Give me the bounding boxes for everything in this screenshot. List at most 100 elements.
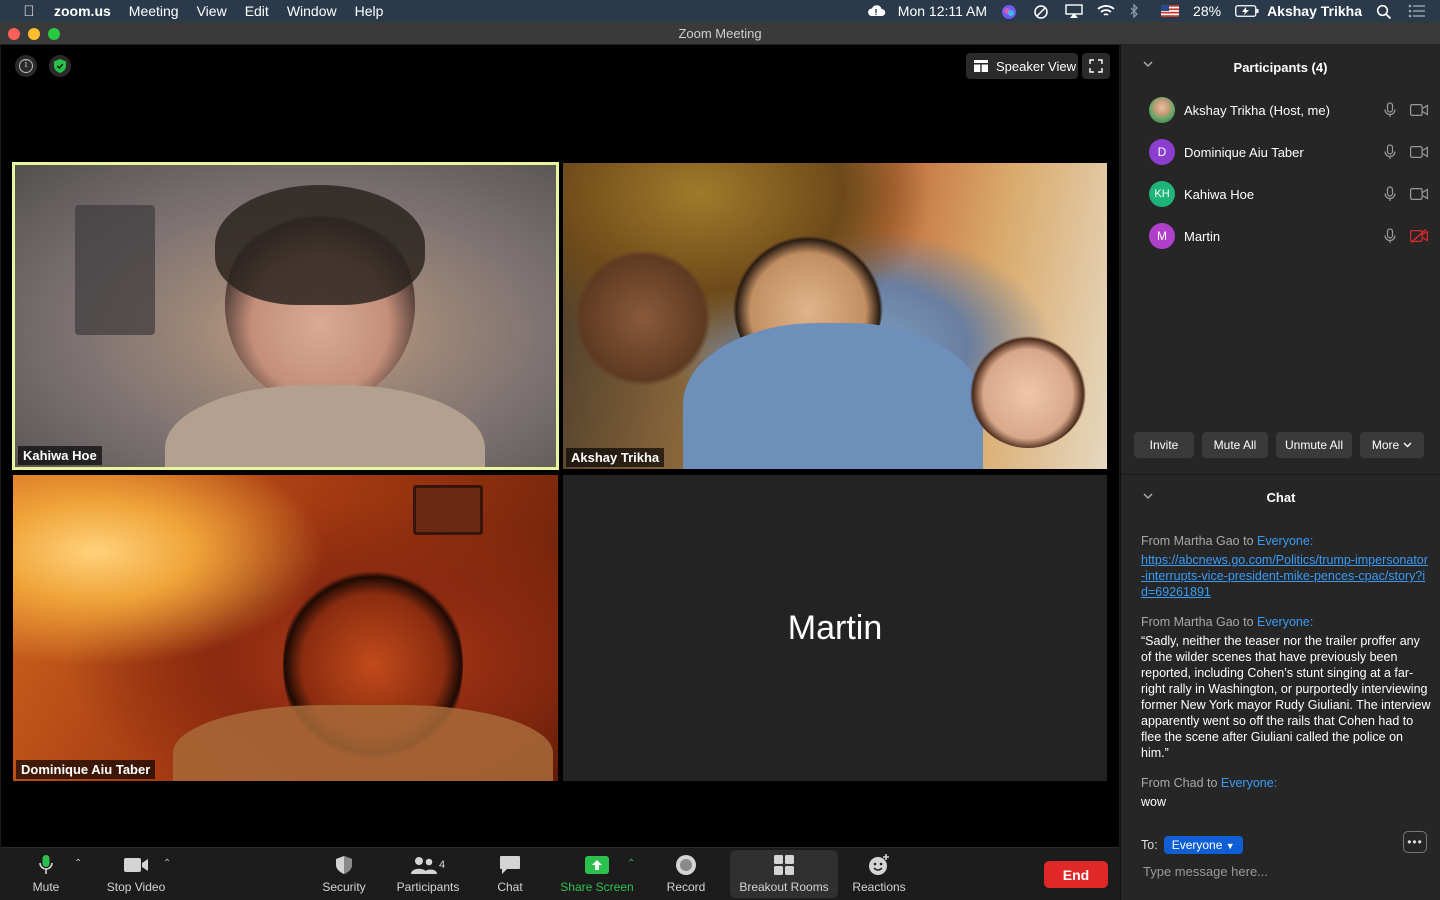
participant-name: Akshay Trikha (Host, me)	[1184, 102, 1330, 118]
cloud-icon[interactable]	[866, 4, 886, 18]
chat-message: From Martha Gao to Everyone: https://abc…	[1141, 533, 1431, 600]
chat-message: From Chad to Everyone: wow	[1141, 775, 1431, 810]
meeting-info-icon[interactable]: i	[15, 55, 37, 77]
stop-video-label: Stop Video	[106, 880, 166, 894]
participant-row-martin[interactable]: M Martin	[1121, 215, 1440, 257]
emoji-reaction-icon	[868, 853, 890, 877]
invite-button[interactable]: Invite	[1134, 432, 1194, 458]
microphone-icon[interactable]	[1384, 144, 1396, 160]
message-text: “Sadly, neither the teaser nor the trail…	[1141, 634, 1431, 760]
participants-header: Participants (4)	[1121, 45, 1440, 89]
focus-icon[interactable]	[1033, 4, 1051, 19]
stop-video-button[interactable]: Stop Video	[101, 850, 171, 898]
record-button[interactable]: Record	[663, 850, 709, 898]
chat-message-input[interactable]: Type message here...	[1143, 864, 1268, 879]
chat-title: Chat	[1266, 489, 1296, 505]
recipient-link[interactable]: Everyone:	[1257, 615, 1313, 629]
chat-header: Chat	[1121, 475, 1440, 519]
menu-meeting[interactable]: Meeting	[129, 3, 179, 19]
minimize-window-button[interactable]	[28, 28, 40, 40]
siri-icon[interactable]	[1001, 4, 1019, 19]
menu-edit[interactable]: Edit	[245, 3, 269, 19]
collapse-participants-chevron-icon[interactable]	[1143, 59, 1153, 69]
breakout-rooms-button[interactable]: Breakout Rooms	[730, 850, 838, 898]
video-options-caret-icon[interactable]: ⌃	[163, 858, 171, 869]
recipient-link[interactable]: Everyone:	[1221, 776, 1277, 790]
person-shirt	[683, 323, 983, 469]
video-camera-icon[interactable]	[1410, 104, 1428, 116]
microphone-icon[interactable]	[1384, 228, 1396, 244]
participant-name: Kahiwa Hoe	[1184, 186, 1255, 202]
us-flag-icon[interactable]	[1161, 4, 1180, 18]
reactions-button[interactable]: Reactions	[849, 850, 909, 898]
avatar-initials: D	[1149, 139, 1175, 165]
share-options-caret-icon[interactable]: ⌃	[627, 858, 635, 869]
zoom-window-button[interactable]	[48, 28, 60, 40]
menu-bar:  zoom.us Meeting View Edit Window Help …	[0, 0, 1440, 22]
collapse-chat-chevron-icon[interactable]	[1143, 491, 1153, 501]
share-screen-button[interactable]: Share Screen	[557, 850, 637, 898]
fullscreen-icon	[1089, 59, 1103, 73]
video-camera-icon[interactable]	[1410, 146, 1428, 158]
participant-row-dominique[interactable]: D Dominique Aiu Taber	[1121, 131, 1440, 173]
mute-all-button[interactable]: Mute All	[1202, 432, 1268, 458]
airplay-icon[interactable]	[1065, 4, 1083, 18]
spotlight-search-icon[interactable]	[1376, 4, 1394, 20]
participants-count: 4	[438, 859, 446, 871]
participants-button[interactable]: 4 Participants	[391, 850, 465, 898]
video-tile-akshay[interactable]: Akshay Trikha	[563, 163, 1107, 469]
video-camera-icon[interactable]	[1410, 188, 1428, 200]
encryption-shield-icon[interactable]	[49, 55, 71, 77]
menu-help[interactable]: Help	[355, 3, 384, 19]
menu-view[interactable]: View	[197, 3, 227, 19]
window-backdrop	[75, 205, 155, 335]
chat-recipient-row: To: Everyone ▼	[1141, 836, 1243, 854]
end-meeting-button[interactable]: End	[1044, 861, 1108, 888]
message-sender: From Chad to Everyone:	[1141, 776, 1278, 790]
microphone-icon[interactable]	[1384, 186, 1396, 202]
menu-window[interactable]: Window	[287, 3, 337, 19]
meeting-toolbar: Mute ⌃ Stop Video ⌃ Security 4 Participa…	[1, 847, 1119, 900]
clock[interactable]: Mon 12:11 AM	[898, 3, 987, 19]
record-icon	[675, 853, 697, 877]
apple-menu-icon[interactable]: 	[20, 3, 38, 20]
mute-label: Mute	[32, 880, 60, 894]
message-link[interactable]: https://abcnews.go.com/Politics/trump-im…	[1141, 552, 1431, 600]
participant-row-kahiwa[interactable]: KH Kahiwa Hoe	[1121, 173, 1440, 215]
microphone-icon	[38, 853, 54, 877]
participants-title: Participants (4)	[1233, 59, 1328, 75]
video-tile-kahiwa[interactable]: Kahiwa Hoe	[12, 162, 559, 470]
more-button[interactable]: More	[1360, 432, 1424, 458]
video-tile-dominique[interactable]: Dominique Aiu Taber	[13, 475, 558, 781]
notification-center-icon[interactable]	[1408, 4, 1426, 18]
battery-icon[interactable]	[1235, 4, 1259, 18]
speaker-view-button[interactable]: Speaker View	[966, 53, 1078, 79]
bluetooth-icon[interactable]	[1129, 3, 1147, 19]
chat-button[interactable]: Chat	[491, 850, 529, 898]
participant-row-akshay[interactable]: Akshay Trikha (Host, me)	[1121, 89, 1440, 131]
to-label: To:	[1141, 838, 1158, 852]
audio-options-caret-icon[interactable]: ⌃	[74, 858, 82, 869]
mute-button[interactable]: Mute	[23, 850, 69, 898]
close-window-button[interactable]	[8, 28, 20, 40]
recipient-dropdown[interactable]: Everyone ▼	[1163, 836, 1243, 854]
security-label: Security	[322, 880, 366, 894]
chat-more-options-button[interactable]: •••	[1403, 831, 1427, 853]
tile-name-akshay: Akshay Trikha	[566, 448, 665, 467]
microphone-icon[interactable]	[1384, 102, 1396, 118]
unmute-all-button[interactable]: Unmute All	[1276, 432, 1352, 458]
menubar-user[interactable]: Akshay Trikha	[1267, 3, 1362, 19]
breakout-rooms-label: Breakout Rooms	[739, 880, 829, 894]
video-tile-martin[interactable]: Martin	[563, 475, 1107, 781]
fullscreen-button[interactable]	[1082, 53, 1110, 79]
video-off-icon[interactable]	[1410, 229, 1428, 243]
person-face	[968, 328, 1088, 448]
battery-percent[interactable]: 28%	[1193, 3, 1221, 19]
security-button[interactable]: Security	[317, 850, 371, 898]
wifi-icon[interactable]	[1097, 4, 1115, 18]
menu-app-name[interactable]: zoom.us	[54, 3, 111, 19]
more-label: More	[1371, 438, 1400, 452]
recipient-link[interactable]: Everyone:	[1257, 534, 1313, 548]
avatar-photo	[1149, 97, 1175, 123]
chat-message: From Martha Gao to Everyone: “Sadly, nei…	[1141, 614, 1431, 761]
